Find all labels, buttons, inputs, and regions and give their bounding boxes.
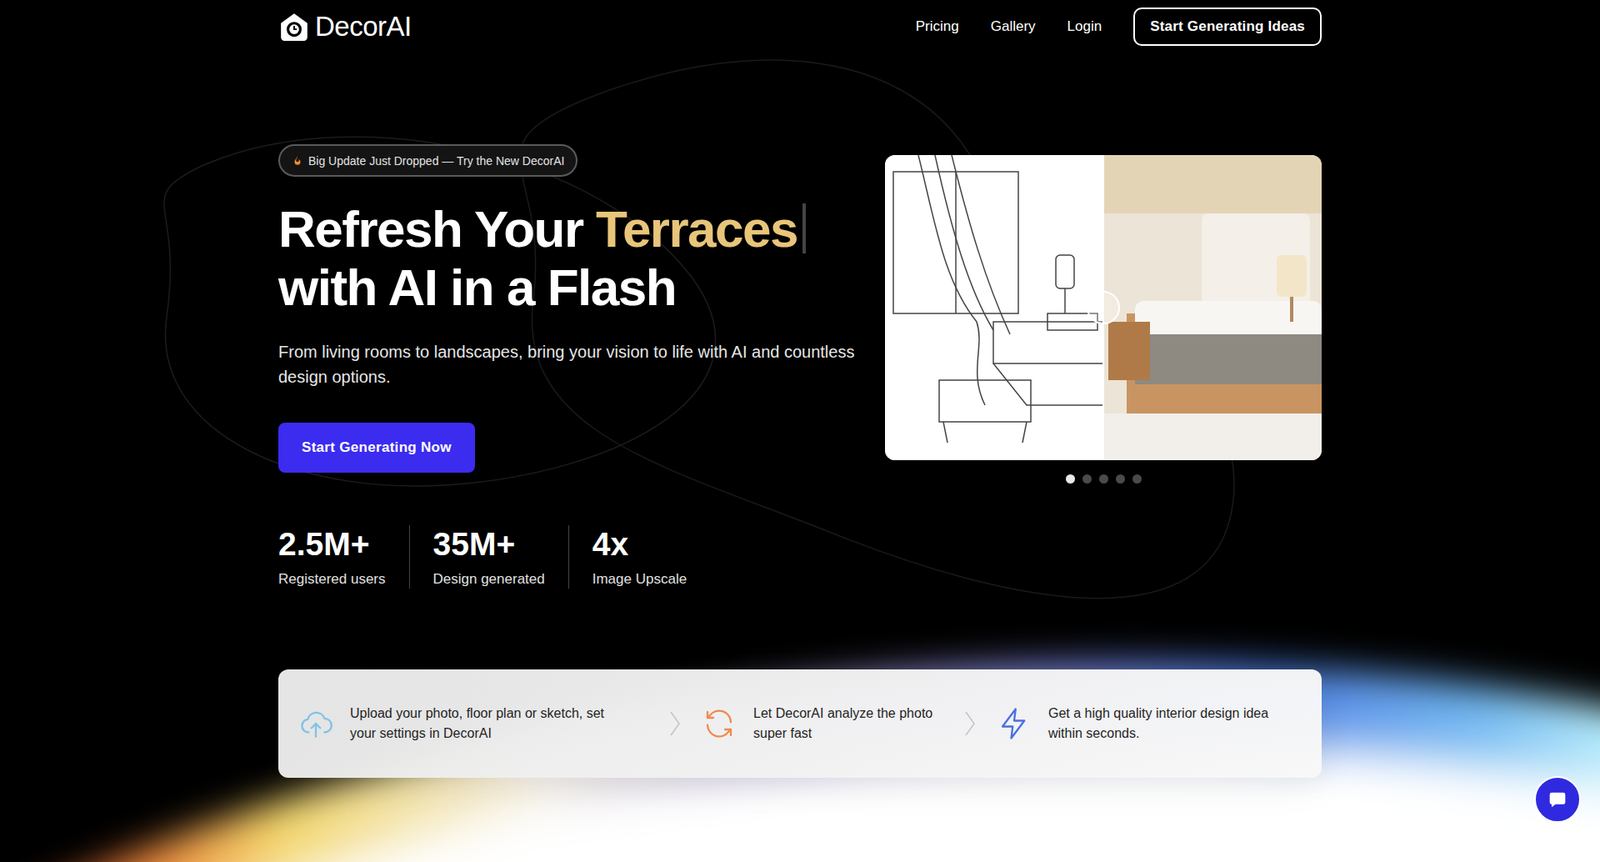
- step: Get a high quality interior design idea …: [996, 703, 1302, 744]
- title-highlight: Terraces: [595, 200, 798, 258]
- title-text: Refresh Your: [278, 200, 584, 258]
- carousel-dot[interactable]: [1099, 474, 1109, 484]
- carousel-dots: [885, 474, 1322, 484]
- carousel: [885, 155, 1322, 484]
- landing-page: DecorAI Pricing Gallery Login Start Generati…: [0, 0, 1600, 862]
- stat-label: Image Upscale: [592, 570, 687, 589]
- nav-link[interactable]: Gallery: [990, 18, 1036, 35]
- nav-link[interactable]: Login: [1067, 18, 1103, 35]
- hero-text: Big Update Just Dropped — Try the New De…: [278, 144, 879, 589]
- chat-bubble-icon: [1545, 787, 1570, 811]
- step: Upload your photo, floor plan or sketch,…: [298, 703, 649, 744]
- stats: 2.5M+ Registered users 35M+ Design generate…: [278, 525, 879, 589]
- title-line: with AI in a Flash: [278, 258, 879, 317]
- bedroom-sketch: [885, 155, 1104, 460]
- nav-link[interactable]: Pricing: [915, 18, 960, 35]
- chevron-right-icon: [668, 710, 682, 737]
- step-text: Upload your photo, floor plan or sketch,…: [350, 703, 617, 744]
- hero-title: Refresh YourTerraceswith AI in a Flash: [278, 200, 879, 317]
- steps-card: Upload your photo, floor plan or sketch,…: [278, 669, 1322, 778]
- hero-subtitle: From living rooms to landscapes, bring y…: [278, 339, 862, 390]
- update-badge[interactable]: Big Update Just Dropped — Try the New De…: [278, 144, 578, 177]
- stat-value: 35M+: [433, 525, 545, 564]
- start-generating-ideas-button[interactable]: Start Generating Ideas: [1133, 7, 1322, 46]
- carousel-dot[interactable]: [1132, 474, 1142, 484]
- lightning-icon: [996, 705, 1032, 741]
- cloud-upload-icon: [298, 705, 334, 741]
- house-logo-icon: [278, 10, 310, 43]
- stat: 4x Image Upscale: [569, 525, 710, 589]
- step-text: Let DecorAI analyze the photo super fast: [753, 703, 944, 744]
- top-nav: DecorAI Pricing Gallery Login Start Generati…: [0, 0, 1600, 54]
- step-text: Get a high quality interior design idea …: [1048, 703, 1302, 744]
- chevron-right-icon: [963, 710, 977, 737]
- refresh-icon: [701, 705, 737, 741]
- brand-name: DecorAI: [315, 10, 412, 43]
- flame-icon: [291, 154, 304, 168]
- start-generating-now-button[interactable]: Start Generating Now: [278, 422, 475, 473]
- badge-text: Big Update Just Dropped — Try the New De…: [308, 154, 565, 168]
- stat: 2.5M+ Registered users: [278, 525, 410, 589]
- carousel-dot[interactable]: [1082, 474, 1092, 484]
- chat-button[interactable]: [1534, 775, 1581, 823]
- stat-value: 4x: [592, 525, 687, 564]
- sketch-image: [885, 155, 1104, 460]
- nav-links: Pricing Gallery Login Start Generating Idea…: [915, 7, 1322, 46]
- stat-label: Registered users: [278, 570, 386, 589]
- compare-handle[interactable]: [1086, 290, 1120, 325]
- carousel-dot[interactable]: [1115, 474, 1125, 484]
- before-after-image[interactable]: [885, 155, 1322, 460]
- hero: Big Update Just Dropped — Try the New De…: [278, 144, 1322, 589]
- logo[interactable]: DecorAI: [278, 10, 412, 43]
- title-line: Refresh YourTerraces: [278, 200, 879, 259]
- stat: 35M+ Design generated: [410, 525, 570, 589]
- stat-label: Design generated: [433, 570, 545, 589]
- stat-value: 2.5M+: [278, 525, 386, 564]
- typing-cursor: [802, 203, 806, 254]
- step: Let DecorAI analyze the photo super fast: [701, 703, 944, 744]
- carousel-dot[interactable]: [1065, 474, 1075, 484]
